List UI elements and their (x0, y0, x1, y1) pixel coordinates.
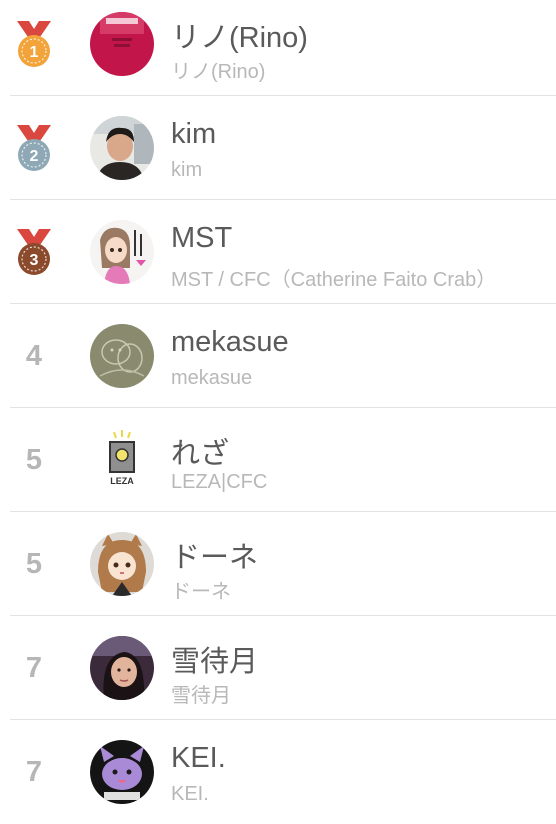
avatar[interactable] (90, 636, 154, 700)
avatar[interactable] (90, 324, 154, 388)
user-name[interactable]: mekasue (171, 326, 289, 359)
user-name[interactable]: ドーネ (171, 534, 258, 576)
bronze-medal-icon: 3 (15, 227, 53, 279)
user-subtitle: mekasue (171, 367, 253, 389)
svg-text:LEZA: LEZA (110, 476, 134, 486)
user-subtitle: kim (171, 159, 203, 181)
user-name[interactable]: 雪待月 (171, 638, 258, 680)
avatar[interactable]: LEZA (90, 428, 154, 492)
user-name[interactable]: MST (171, 222, 232, 255)
user-subtitle: リノ(Rino) (171, 61, 266, 83)
user-name[interactable]: れざ (171, 430, 229, 472)
avatar[interactable] (90, 532, 154, 596)
user-subtitle: MST / CFC（Catherine Faito Crab） (171, 269, 497, 291)
rank-number: 5 (25, 547, 43, 580)
user-subtitle: LEZA|CFC (171, 471, 268, 493)
ranking-row[interactable]: 4 mekasue mekasue (0, 304, 556, 408)
avatar[interactable] (90, 12, 154, 76)
user-subtitle: KEI. (171, 783, 209, 805)
rank-number: 7 (25, 755, 43, 788)
ranking-row[interactable]: 2 kim kim (0, 96, 556, 200)
user-name[interactable]: リノ(Rino) (171, 14, 308, 56)
rank-number: 7 (25, 651, 43, 684)
ranking-row[interactable]: 5 LEZA れざ LEZA|CFC (0, 408, 556, 512)
silver-medal-icon: 2 (15, 123, 53, 175)
avatar[interactable] (90, 740, 154, 804)
user-subtitle: 雪待月 (171, 685, 231, 707)
rank-number: 4 (25, 339, 43, 372)
ranking-list: 1 リノ(Rino) リノ(Rino) 2 kim kim 3 MST MST … (0, 0, 556, 824)
gold-medal-icon: 1 (15, 19, 53, 71)
rank-number: 5 (25, 443, 43, 476)
svg-text:3: 3 (30, 252, 39, 269)
avatar[interactable] (90, 116, 154, 180)
ranking-row[interactable]: 3 MST MST / CFC（Catherine Faito Crab） (0, 200, 556, 304)
svg-text:2: 2 (30, 148, 39, 165)
svg-text:1: 1 (30, 44, 39, 61)
ranking-row[interactable]: 1 リノ(Rino) リノ(Rino) (0, 0, 556, 96)
user-name[interactable]: KEI. (171, 742, 226, 775)
ranking-row[interactable]: 5 ドーネ ドーネ (0, 512, 556, 616)
user-subtitle: ドーネ (171, 581, 231, 603)
ranking-row[interactable]: 7 雪待月 雪待月 (0, 616, 556, 720)
avatar[interactable] (90, 220, 154, 284)
ranking-row[interactable]: 7 KEI. KEI. (0, 720, 556, 824)
user-name[interactable]: kim (171, 118, 216, 151)
